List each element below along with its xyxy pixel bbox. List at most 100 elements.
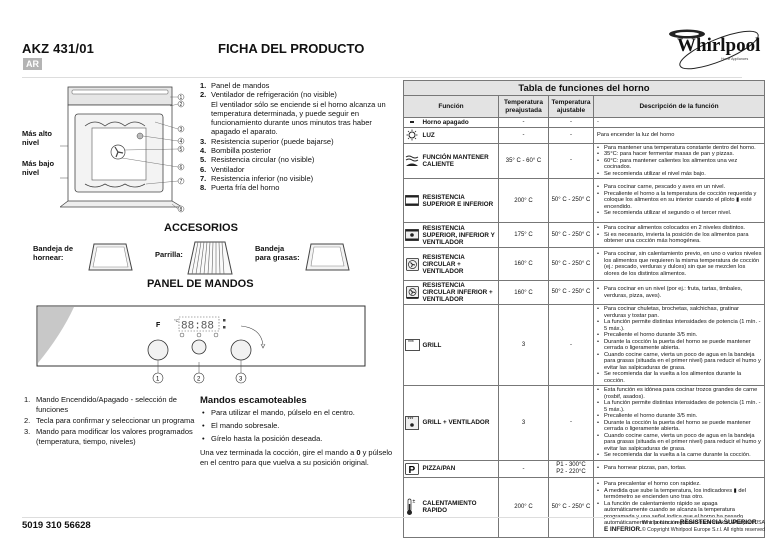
table-header-row: Función Temperatura preajustada Temperat…	[403, 95, 765, 118]
svg-text:8: 8	[180, 207, 183, 213]
function-name: GRILL + VENTILADOR	[420, 385, 499, 461]
description-bullet: • Cuando cocine carne, vierta un poco de …	[597, 351, 761, 371]
description-bullet: • A medida que sube la temperatura, los i…	[597, 487, 746, 501]
preset-temperature: 175° C	[498, 222, 549, 248]
part-item: 4. Bombilla posterior	[200, 146, 272, 156]
keep-warm-icon	[403, 142, 421, 179]
svg-text:***: ***	[408, 417, 414, 423]
adjustable-temperature: 50° C - 250° C	[548, 476, 594, 538]
region-badge: AR	[23, 58, 42, 70]
preset-temperature: 200° C	[498, 178, 549, 223]
svg-text:***: ***	[408, 340, 414, 346]
oven-functions-table: Tabla de funciones del horno Función Tem…	[403, 80, 765, 538]
function-row: FUNCIÓN MANTENER CALIENTE 35° C - 60° C - •…	[403, 142, 765, 179]
part-item: 2. Ventilador de refrigeración (no visibl…	[200, 90, 337, 100]
control-panel-title: PANEL DE MANDOS	[147, 278, 254, 290]
preset-temperature: 3	[498, 304, 549, 386]
button-2-confirm[interactable]	[191, 339, 207, 355]
grill-rack-image	[187, 241, 233, 275]
control-item: 1. Mando Encendido/Apagado - selección de…	[24, 395, 177, 414]
description-bullet: • Para cocinar chuletas, brochetas, salch…	[597, 306, 739, 319]
preset-temperature: 35° C - 60° C	[498, 142, 549, 179]
function-row: P PIZZA/PAN - P1 - 300°C P2 - 220°C • Para hor…	[403, 459, 765, 478]
logo-tagline: Home Appliances	[721, 57, 748, 61]
light-bulb-icon	[403, 126, 421, 144]
indicator-bottom	[223, 326, 226, 329]
preset-temperature: 160° C	[498, 247, 549, 281]
parts-list: 1. Panel de mandos 2. Ventilador de refrig…	[200, 81, 390, 193]
adjustable-temperature: -	[548, 142, 594, 179]
control-panel-diagram: F °C 88:88 1 2 3	[36, 305, 366, 384]
retractable-knobs-section: Mandos escamoteables • Para utilizar el m…	[200, 396, 395, 468]
drip-tray-label: Bandeja para grasas:	[255, 244, 300, 262]
col-header-preset-temp: Temperatura preajustada	[498, 95, 549, 118]
drip-tray-image	[305, 243, 350, 271]
oven-door	[60, 200, 184, 208]
function-description: -	[593, 117, 765, 128]
preset-temperature: -	[498, 459, 549, 478]
display-icon-1	[179, 332, 185, 338]
table-caption: Tabla de funciones del horno	[403, 80, 765, 96]
svg-text:3: 3	[180, 127, 183, 133]
adjustable-temperature: 50° C - 250° C	[548, 222, 594, 248]
function-description: • Para cocinar alimentos colocados en 2 n…	[593, 222, 765, 248]
adjustable-temperature: 50° C - 250° C	[548, 280, 594, 305]
function-row: *** GRILL 3- • Para cocinar chuletas, broche…	[403, 304, 765, 386]
function-name: CALENTAMIENTO RAPIDO	[420, 476, 499, 538]
oven-lamp	[136, 132, 144, 140]
function-description: Para encender la luz del horno	[593, 126, 765, 144]
knob-3-adjust[interactable]	[230, 339, 252, 361]
description-bullet: • Para cocinar, sin calentamiento previo,…	[597, 251, 762, 277]
page-title: FICHA DEL PRODUCTO	[218, 41, 365, 56]
accessories-title: ACCESORIOS	[164, 222, 238, 234]
function-description: • Para mantener una temperatura constante…	[593, 142, 765, 179]
svg-text:4: 4	[180, 139, 183, 145]
controls-list: 1. Mando Encendido/Apagado - selección de…	[22, 395, 202, 448]
pizza-p-icon: P	[403, 459, 421, 478]
preset-temperature: 200° C	[498, 476, 549, 538]
adjustable-temperature: -	[548, 304, 594, 386]
retractable-knobs-bullets: • Para utilizar el mando, púlselo en el c…	[200, 408, 395, 444]
description-bullet: • Precaliente el horno a la temperatura d…	[597, 190, 757, 210]
part-item: 6. Ventilador	[200, 164, 245, 174]
knob-1-on-off[interactable]	[147, 339, 169, 361]
description-bullet: • Durante la cocción la puerta del horno …	[597, 419, 751, 433]
adjustable-temperature: 50° C - 250° C	[548, 178, 594, 223]
whirlpool-logo: Whirlpool Home Appliances	[669, 29, 760, 70]
function-name: FUNCIÓN MANTENER CALIENTE	[420, 142, 499, 179]
grill-rack-label: Parrilla:	[155, 250, 183, 259]
part-item: 7. Resistencia inferior (no visible)	[200, 173, 314, 183]
function-name: Horno apagado	[420, 117, 499, 128]
bullet-item: • Para utilizar el mando, púlselo en el c…	[202, 408, 355, 417]
retractable-knobs-note: Una vez terminada la cocción, gire el ma…	[200, 448, 393, 467]
control-item: 3. Mando para modificar los valores progr…	[24, 427, 193, 446]
col-header-adjustable-temp: Temperatura ajustable	[548, 95, 594, 118]
part-item-note: El ventilador sólo se enciende si el hor…	[211, 99, 386, 137]
grill-fan-icon: ***	[403, 385, 421, 461]
function-row: LUZ - - Para encender la luz del horno	[403, 126, 765, 144]
function-row: Horno apagado - - -	[403, 117, 765, 128]
bullet-item: • El mando sobresale.	[202, 421, 280, 430]
adjustable-temperature: -	[548, 117, 594, 128]
svg-text:7: 7	[180, 179, 183, 185]
preset-temperature: 160° C	[498, 280, 549, 305]
grill-icon: ***	[403, 304, 421, 386]
function-row: RESISTENCIA CIRCULAR INFERIOR + VENTILAD…	[403, 280, 765, 305]
control-item: 2. Tecla para confirmar y seleccionar un …	[24, 416, 195, 425]
function-description: • Para cocinar, sin calentamiento previo,…	[593, 247, 765, 281]
function-row: RESISTENCIA SUPERIOR E INFERIOR 200° C 50°…	[403, 178, 765, 223]
function-name: RESISTENCIA CIRCULAR + VENTILADOR	[420, 247, 499, 281]
svg-text:5: 5	[180, 147, 183, 153]
description-bullet: • Se recomienda utilizar el nivel más baj…	[597, 170, 706, 177]
model-number: AKZ 431/01	[22, 41, 95, 56]
product-code: 5019 310 56628	[22, 520, 91, 531]
digital-display: 88:88	[181, 321, 214, 333]
function-name: RESISTENCIA CIRCULAR INFERIOR + VENTILAD…	[420, 280, 499, 305]
adjustable-temperature: 50° C - 250° C	[548, 247, 594, 281]
display-icon-3	[213, 332, 219, 338]
function-name: LUZ	[420, 126, 499, 144]
preset-temperature: 3	[498, 385, 549, 461]
retractable-knobs-title: Mandos escamoteables	[200, 395, 307, 406]
preset-temperature: -	[498, 126, 549, 144]
adjustable-temperature: -	[548, 385, 594, 461]
